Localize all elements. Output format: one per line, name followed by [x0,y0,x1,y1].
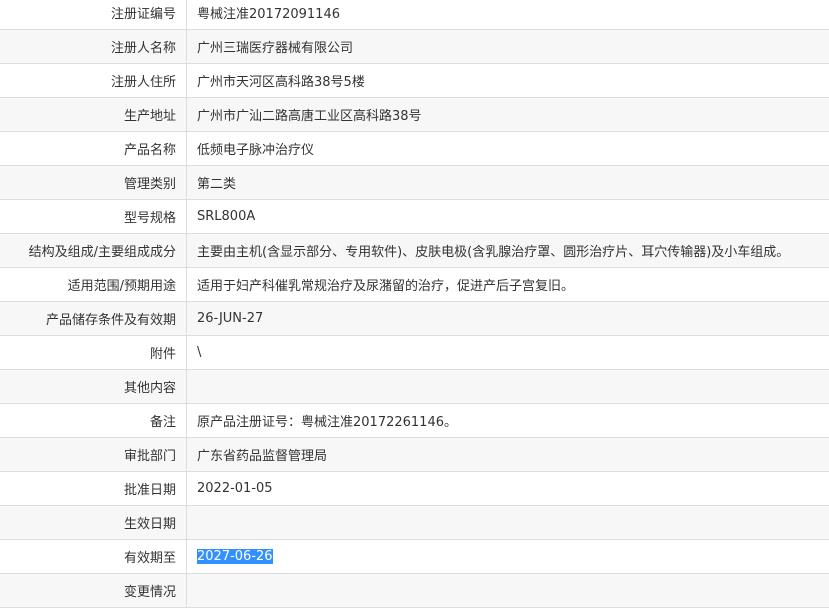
table-row: 注册人住所广州市天河区高科路38号5楼 [0,64,829,98]
field-label: 注册人名称 [0,30,187,64]
field-value: 适用于妇产科催乳常规治疗及尿潴留的治疗，促进产后子宫复旧。 [187,268,829,302]
table-row: 产品名称低频电子脉冲治疗仪 [0,132,829,166]
field-label: 型号规格 [0,200,187,234]
table-row: 注册证编号粤械注准20172091146 [0,0,829,30]
field-label: 生产地址 [0,98,187,132]
field-value: 广州三瑞医疗器械有限公司 [187,30,829,64]
field-value: 粤械注准20172091146 [187,0,829,30]
field-value: 主要由主机(含显示部分、专用软件)、皮肤电极(含乳腺治疗罩、圆形治疗片、耳穴传输… [187,234,829,268]
table-row: 型号规格SRL800A [0,200,829,234]
table-row: 注册人名称广州三瑞医疗器械有限公司 [0,30,829,64]
field-label: 注册人住所 [0,64,187,98]
field-label: 变更情况 [0,574,187,608]
field-label: 注册证编号 [0,0,187,30]
table-row: 附件\ [0,336,829,370]
table-row: 变更情况 [0,574,829,608]
field-label: 附件 [0,336,187,370]
table-row: 产品储存条件及有效期26-JUN-27 [0,302,829,336]
table-row: 生产地址广州市广汕二路高唐工业区高科路38号 [0,98,829,132]
field-value: SRL800A [187,200,829,234]
field-value [187,506,829,540]
field-label: 批准日期 [0,472,187,506]
field-label: 管理类别 [0,166,187,200]
field-value: 26-JUN-27 [187,302,829,336]
table-row: 结构及组成/主要组成成分主要由主机(含显示部分、专用软件)、皮肤电极(含乳腺治疗… [0,234,829,268]
table-row: 适用范围/预期用途适用于妇产科催乳常规治疗及尿潴留的治疗，促进产后子宫复旧。 [0,268,829,302]
field-label: 生效日期 [0,506,187,540]
field-value: 广州市广汕二路高唐工业区高科路38号 [187,98,829,132]
field-label: 产品名称 [0,132,187,166]
field-label: 其他内容 [0,370,187,404]
field-label: 结构及组成/主要组成成分 [0,234,187,268]
field-label: 适用范围/预期用途 [0,268,187,302]
field-value: 广东省药品监督管理局 [187,438,829,472]
table-row: 有效期至 2027-06-26 [0,540,829,574]
field-label: 审批部门 [0,438,187,472]
table-row: 审批部门广东省药品监督管理局 [0,438,829,472]
table-row: 生效日期 [0,506,829,540]
table-row: 管理类别第二类 [0,166,829,200]
field-value: 2022-01-05 [187,472,829,506]
field-label: 有效期至 [0,540,187,574]
table-row: 备注原产品注册证号：粤械注准20172261146。 [0,404,829,438]
field-value [187,370,829,404]
field-value: \ [187,336,829,370]
registration-info-table: 注册证编号粤械注准20172091146注册人名称广州三瑞医疗器械有限公司注册人… [0,0,829,608]
field-value: 2027-06-26 [187,540,829,574]
field-value: 原产品注册证号：粤械注准20172261146。 [187,404,829,438]
field-label: 备注 [0,404,187,438]
table-row: 其他内容 [0,370,829,404]
table-row: 批准日期2022-01-05 [0,472,829,506]
selected-text[interactable]: 2027-06-26 [197,549,273,564]
field-value: 广州市天河区高科路38号5楼 [187,64,829,98]
field-value [187,574,829,608]
field-value: 低频电子脉冲治疗仪 [187,132,829,166]
field-label: 产品储存条件及有效期 [0,302,187,336]
field-value: 第二类 [187,166,829,200]
